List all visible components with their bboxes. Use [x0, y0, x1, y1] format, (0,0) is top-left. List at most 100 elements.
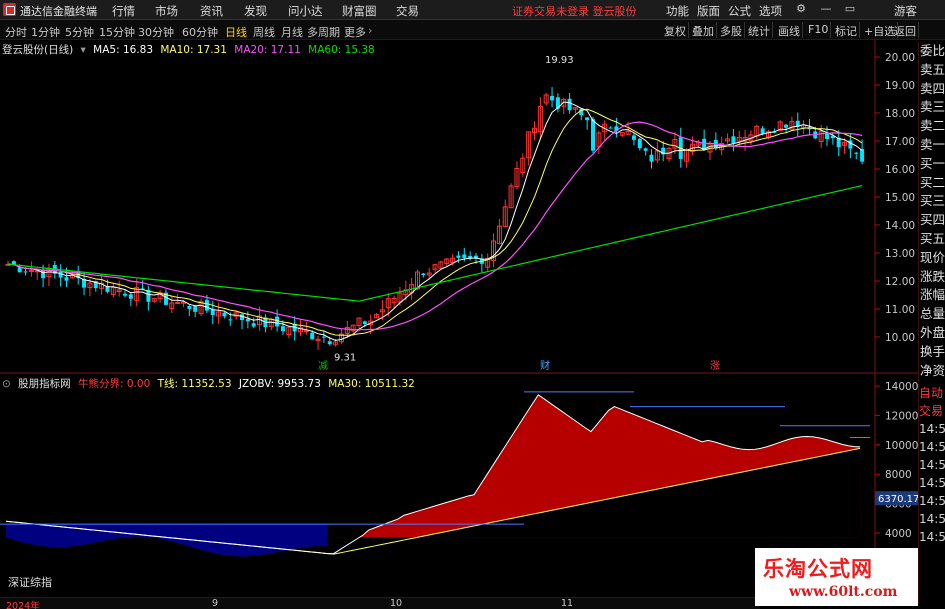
stats-button[interactable]: 统计: [746, 22, 773, 38]
period-5min[interactable]: 5分钟: [65, 24, 94, 40]
t-line-value: T线: 11352.53: [157, 378, 232, 390]
period-daily[interactable]: 日线: [225, 24, 247, 40]
watermark-line1: 乐淘公式网: [763, 556, 873, 581]
sidebar-item[interactable]: 总量: [919, 305, 945, 324]
period-1min[interactable]: 1分钟: [31, 24, 60, 40]
app-title: 通达信金融终端: [20, 5, 97, 18]
back-button[interactable]: 返回: [892, 22, 919, 38]
y-tick-label: 11.00: [885, 304, 915, 316]
sidebar-item[interactable]: 卖二: [919, 117, 945, 136]
candle-body: [462, 254, 467, 258]
candlestick-layer: 19.93 9.31 减 财 涨: [5, 55, 865, 372]
candle-body: [228, 319, 233, 321]
candle-body: [550, 95, 555, 101]
candle-body: [204, 299, 209, 311]
candle-body: [280, 326, 285, 332]
candle-body: [327, 341, 332, 345]
sidebar-item[interactable]: 卖一: [919, 136, 945, 155]
sidebar-item[interactable]: 买四: [919, 211, 945, 230]
sidebar-item[interactable]: 买二: [919, 174, 945, 193]
quote-sidebar: 委比 卖五 卖四 卖三 卖二 卖一 买一 买二 买三 买四 买五 现价 涨跌 涨…: [918, 42, 945, 382]
fuquan-button[interactable]: 复权: [662, 22, 689, 38]
date-label: 11: [561, 598, 574, 609]
menu-faxian[interactable]: 发现: [244, 3, 267, 19]
user-label[interactable]: 游客: [894, 3, 917, 19]
draw-line-button[interactable]: 画线: [776, 22, 803, 38]
app-logo-icon: [3, 3, 16, 16]
menu-hangqing[interactable]: 行情: [112, 3, 135, 19]
sidebar-item[interactable]: 卖四: [919, 80, 945, 99]
date-label: 10: [390, 598, 403, 609]
period-more[interactable]: 更多: [344, 24, 366, 40]
candle-body: [310, 332, 315, 340]
more-chevron-icon[interactable]: ›: [368, 24, 372, 37]
sidebar-item[interactable]: 净资: [919, 362, 945, 381]
sidebar-item[interactable]: 涨跌: [919, 268, 945, 287]
multi-stock-button[interactable]: 多股: [718, 22, 745, 38]
menu-xuanxiang[interactable]: 选项: [759, 3, 782, 19]
y-tick-label: 20.00: [885, 52, 915, 64]
menu-caifuquan[interactable]: 财富圈: [342, 3, 377, 19]
minimize-icon[interactable]: —: [818, 1, 834, 17]
candle-body: [222, 312, 227, 317]
period-60min[interactable]: 60分钟: [182, 24, 218, 40]
menu-zixun[interactable]: 资讯: [200, 3, 223, 19]
candle-body: [245, 319, 250, 322]
y-tick-label: 16.00: [885, 164, 915, 176]
candle-body: [784, 124, 789, 128]
sidebar-item[interactable]: 现价: [919, 249, 945, 268]
sidebar2-item[interactable]: 自动: [919, 384, 945, 402]
sidebar2-item: 14:56: [919, 494, 945, 508]
period-fenshi[interactable]: 分时: [5, 24, 27, 40]
bull-bear-value: 牛熊分界: 0.00: [78, 378, 151, 390]
candle-body: [643, 148, 648, 151]
menu-banmian[interactable]: 版面: [697, 3, 720, 19]
period-30min[interactable]: 30分钟: [138, 24, 174, 40]
candle-body: [608, 127, 613, 129]
menu-wenxiaoda[interactable]: 问小达: [288, 3, 323, 19]
candle-body: [637, 138, 642, 149]
sidebar-item[interactable]: 买五: [919, 230, 945, 249]
y-tick-label: 13.00: [885, 248, 915, 260]
high-label: 19.93: [545, 55, 574, 66]
sub-y-tick-label: 14000: [885, 381, 918, 393]
sidebar-item[interactable]: 卖五: [919, 61, 945, 80]
period-weekly[interactable]: 周线: [253, 24, 275, 40]
stock-label[interactable]: 登云股份(日线): [2, 44, 73, 56]
sidebar-item[interactable]: 涨幅: [919, 286, 945, 305]
candle-body: [187, 306, 192, 309]
menu-gongneng[interactable]: 功能: [666, 3, 689, 19]
indicator-name[interactable]: 股朋指标网: [18, 378, 71, 390]
sidebar-item[interactable]: 外盘: [919, 324, 945, 343]
candle-body: [731, 136, 736, 144]
overlay-button[interactable]: 叠加: [690, 22, 717, 38]
candle-body: [631, 135, 636, 140]
menu-gongshi[interactable]: 公式: [728, 3, 751, 19]
y-tick-label: 18.00: [885, 108, 915, 120]
trade-sidebar: 自动 交易 14:55 14:56 14:56 14:56 14:56 14:5…: [918, 384, 945, 604]
sidebar-item[interactable]: 卖三: [919, 98, 945, 117]
date-label: 2024年: [6, 601, 40, 609]
candle-body: [210, 309, 215, 315]
sidebar-item[interactable]: 买一: [919, 155, 945, 174]
bear-area: [6, 524, 328, 557]
menu-jiaoyi[interactable]: 交易: [396, 3, 419, 19]
sidebar-item[interactable]: 换手: [919, 343, 945, 362]
mark-button[interactable]: 标记: [833, 22, 860, 38]
sidebar-item[interactable]: 委比: [919, 42, 945, 61]
period-monthly[interactable]: 月线: [281, 24, 303, 40]
sidebar-item[interactable]: 买三: [919, 192, 945, 211]
menu-bar: 通达信金融终端 行情 市场 资讯 发现 问小达 财富圈 交易 证券交易未登录 登…: [0, 0, 945, 20]
login-warning[interactable]: 证券交易未登录 登云股份: [512, 3, 637, 19]
legend-toggle-icon[interactable]: ▾: [81, 44, 86, 56]
period-multi[interactable]: 多周期: [307, 24, 340, 40]
settings-icon[interactable]: ⚙: [793, 1, 809, 17]
axis-layer: 20.00 19.00 18.00 17.00 16.00 15.00 14.00 13.00…: [875, 52, 918, 540]
menu-shichang[interactable]: 市场: [155, 3, 178, 19]
chart-area[interactable]: 19.93 9.31 减 财 涨 深证综指 20.00 19.00 18.00 17.00 16…: [0, 40, 918, 597]
f10-button[interactable]: F10: [806, 22, 832, 38]
period-15min[interactable]: 15分钟: [99, 24, 135, 40]
sidebar2-item[interactable]: 交易: [919, 402, 945, 420]
indicator-toggle-icon[interactable]: ⊙: [2, 378, 11, 390]
restore-icon[interactable]: ▭: [842, 1, 858, 17]
